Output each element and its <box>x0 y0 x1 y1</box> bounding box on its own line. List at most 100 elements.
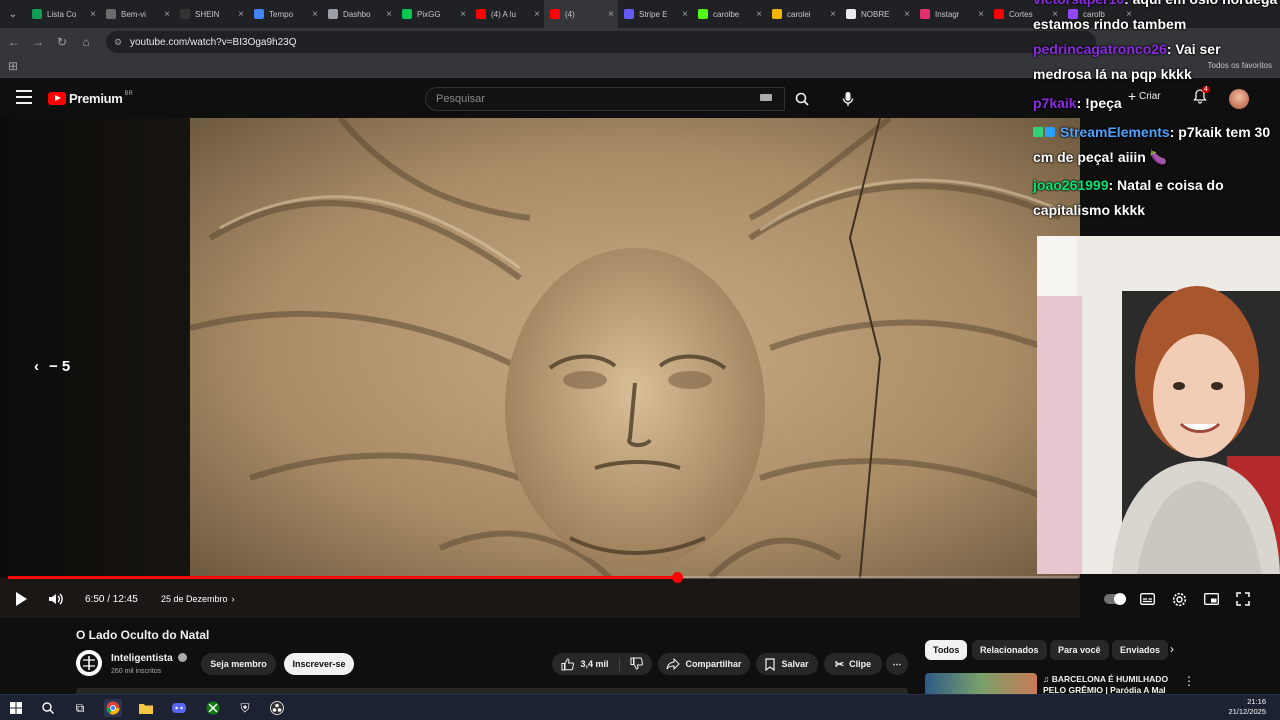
chat-username: victorsaper10 <box>1033 0 1124 7</box>
browser-tab[interactable]: PixGG × <box>396 0 470 28</box>
tab-close-icon[interactable]: × <box>164 9 170 20</box>
browser-tab[interactable]: Bem-vi × <box>100 0 174 28</box>
tab-close-icon[interactable]: × <box>238 9 244 20</box>
search-input[interactable]: Pesquisar <box>425 87 785 111</box>
tab-search-icon[interactable]: ⌄ <box>4 5 22 23</box>
video-player[interactable]: ‹ − 5 <box>0 118 1080 618</box>
home-icon[interactable]: ⌂ <box>74 30 98 54</box>
chip-for-you[interactable]: Para você <box>1050 640 1109 660</box>
tab-close-icon[interactable]: × <box>904 9 910 20</box>
tab-close-icon[interactable]: × <box>534 9 540 20</box>
tab-favicon-icon <box>994 9 1004 19</box>
browser-tab[interactable]: carolbe × <box>692 0 766 28</box>
browser-tab[interactable]: NOBRE × <box>840 0 914 28</box>
recommended-video-title[interactable]: ♫ BARCELONA É HUMILHADO PELO GRÊMIO | Pa… <box>1043 674 1183 696</box>
more-actions-icon[interactable]: ⋯ <box>886 653 908 675</box>
join-button[interactable]: Seja membro <box>201 653 276 675</box>
discord-icon[interactable] <box>170 699 188 717</box>
browser-tab[interactable]: SHEIN × <box>174 0 248 28</box>
address-bar[interactable]: ⚙ youtube.com/watch?v=BI3Oga9h23Q <box>106 31 1096 53</box>
dislike-button[interactable] <box>630 657 643 672</box>
browser-tab[interactable]: Instagr × <box>914 0 988 28</box>
browser-tab[interactable]: Lista Co × <box>26 0 100 28</box>
windows-start-icon[interactable] <box>7 699 25 717</box>
tab-favicon-icon <box>180 9 190 19</box>
miniplayer-button[interactable] <box>1204 588 1219 610</box>
windows-taskbar: ⧉ ⛨ 21:16 21/12/2025 <box>0 694 1280 720</box>
apps-grid-icon[interactable]: ⊞ <box>8 60 20 72</box>
progress-scrubber-handle[interactable] <box>671 572 683 583</box>
tab-close-icon[interactable]: × <box>90 9 96 20</box>
task-view-icon[interactable]: ⧉ <box>71 699 89 717</box>
recommended-more-icon[interactable]: ⋮ <box>1183 674 1195 688</box>
webcam-feed-image <box>1037 236 1280 574</box>
back-icon[interactable]: ← <box>2 30 26 54</box>
play-button[interactable] <box>14 588 28 610</box>
tab-favicon-icon <box>846 9 856 19</box>
bookmark-icon <box>765 657 776 671</box>
settings-button[interactable] <box>1172 588 1187 610</box>
forward-icon[interactable]: → <box>26 30 50 54</box>
tab-label: Instagr <box>935 9 960 19</box>
keyboard-icon[interactable] <box>760 94 772 101</box>
hamburger-menu-icon[interactable] <box>16 90 32 104</box>
channel-name[interactable]: Inteligentista <box>111 653 188 664</box>
clip-button[interactable]: ✂ Clipe <box>824 653 882 675</box>
tab-close-icon[interactable]: × <box>386 9 392 20</box>
tab-close-icon[interactable]: × <box>608 9 614 20</box>
tab-label: SHEIN <box>195 9 220 19</box>
voice-search-button[interactable] <box>836 87 860 111</box>
obs-icon[interactable] <box>268 699 286 717</box>
chrome-taskbar-icon[interactable] <box>104 699 122 717</box>
tab-label: Stripe E <box>639 9 668 19</box>
chips-next-chevron-icon[interactable]: › <box>1170 642 1174 656</box>
recommended-video-thumbnail[interactable] <box>925 673 1037 695</box>
tab-label: (4) A lu <box>491 9 516 19</box>
volume-button[interactable] <box>48 588 64 610</box>
site-info-icon[interactable]: ⚙ <box>114 37 124 47</box>
fullscreen-button[interactable] <box>1236 588 1250 610</box>
stone-relief-medusa-image <box>190 118 1080 578</box>
captions-icon <box>1140 593 1155 605</box>
chip-uploads[interactable]: Enviados <box>1112 640 1168 660</box>
tab-close-icon[interactable]: × <box>460 9 466 20</box>
file-explorer-icon[interactable] <box>137 699 155 717</box>
logo-country-code: BR <box>124 90 133 97</box>
system-clock[interactable]: 21:16 21/12/2025 <box>1228 697 1266 717</box>
subtitles-button[interactable] <box>1140 588 1155 610</box>
autoplay-toggle[interactable] <box>1104 588 1126 610</box>
tab-close-icon[interactable]: × <box>312 9 318 20</box>
tab-label: carolei <box>787 9 811 19</box>
tab-close-icon[interactable]: × <box>978 9 984 20</box>
fullscreen-icon <box>1236 592 1250 606</box>
video-frame[interactable] <box>190 118 1080 578</box>
tab-close-icon[interactable]: × <box>756 9 762 20</box>
clock-date: 21/12/2025 <box>1228 707 1266 716</box>
browser-tab[interactable]: (4) A lu × <box>470 0 544 28</box>
reload-icon[interactable]: ↻ <box>50 30 74 54</box>
tab-close-icon[interactable]: × <box>830 9 836 20</box>
like-button[interactable]: 3,4 mil <box>561 657 620 671</box>
browser-tab[interactable]: Dashbo × <box>322 0 396 28</box>
taskbar-search-icon[interactable] <box>39 699 57 717</box>
browser-tab[interactable]: Stripe E × <box>618 0 692 28</box>
address-text: youtube.com/watch?v=BI3Oga9h23Q <box>130 36 297 48</box>
video-progress-bar[interactable] <box>8 572 1078 583</box>
chip-all[interactable]: Todos <box>925 640 968 660</box>
subscribe-button[interactable]: Inscrever-se <box>284 653 354 675</box>
shield-icon[interactable]: ⛨ <box>236 699 254 717</box>
xbox-icon[interactable] <box>204 699 222 717</box>
browser-tab[interactable]: Tempo × <box>248 0 322 28</box>
share-button[interactable]: Compartilhar <box>658 653 750 675</box>
browser-tab[interactable]: (4) × <box>544 0 618 28</box>
chat-message: joao261999: Natal e coisa do capitalismo… <box>1033 173 1280 223</box>
save-button[interactable]: Salvar <box>756 653 818 675</box>
tab-label: carolbe <box>713 9 740 19</box>
tab-close-icon[interactable]: × <box>682 9 688 20</box>
channel-avatar[interactable] <box>76 650 102 676</box>
browser-tab[interactable]: carolei × <box>766 0 840 28</box>
search-button[interactable] <box>786 87 818 111</box>
chapter-title-button[interactable]: 25 de Dezembro › <box>161 588 235 610</box>
youtube-premium-logo[interactable]: Premium BR <box>48 91 133 106</box>
chip-related[interactable]: Relacionados <box>972 640 1047 660</box>
